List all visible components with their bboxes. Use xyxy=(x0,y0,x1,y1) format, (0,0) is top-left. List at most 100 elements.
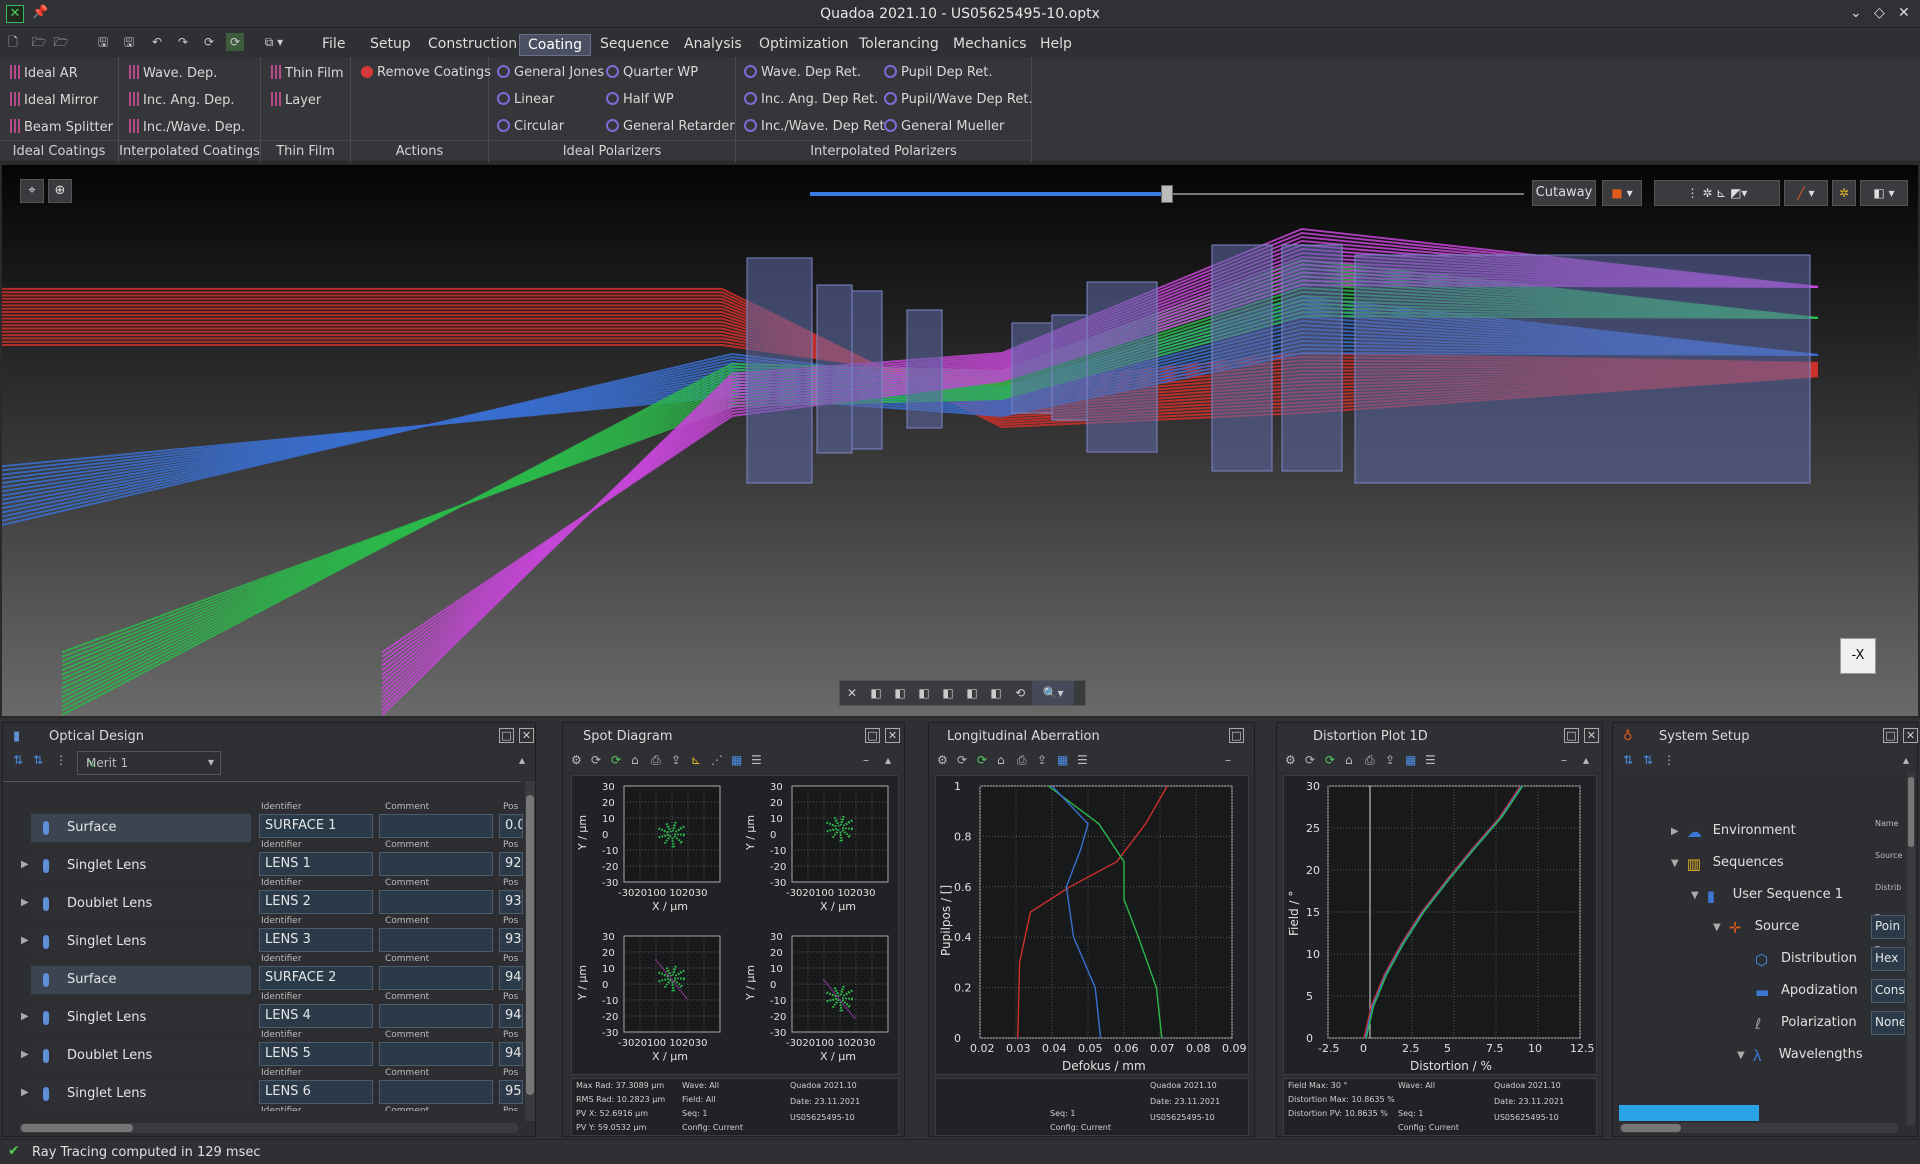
minimize-icon[interactable]: ⌄ xyxy=(1850,5,1862,21)
close-panel-icon[interactable]: ✕ xyxy=(1584,728,1599,743)
settings-icon[interactable]: ⚙ xyxy=(937,753,948,767)
identifier-field[interactable]: LENS 5 xyxy=(259,1042,373,1066)
pos-field[interactable]: 0.0 xyxy=(499,814,523,838)
menu-tolerancing[interactable]: Tolerancing xyxy=(851,34,947,56)
expand-arrow-icon[interactable]: ▶ xyxy=(21,935,29,946)
minimize-icon[interactable]: – xyxy=(863,753,869,767)
print-icon[interactable]: ⎙ xyxy=(1017,753,1027,768)
view-axis-button[interactable]: -X xyxy=(1840,638,1876,674)
inc-ang-dep-ret-button[interactable]: Inc. Ang. Dep Ret. xyxy=(744,92,878,107)
more-options-icon[interactable]: ⋮ xyxy=(55,753,67,767)
expand-arrow-icon[interactable]: ▶ xyxy=(21,897,29,908)
pos-field[interactable]: 94 xyxy=(499,1042,523,1066)
expand-arrow-icon[interactable]: ▼ xyxy=(1737,1050,1745,1061)
home-icon[interactable]: ⌂ xyxy=(1345,753,1353,767)
refresh-icon[interactable]: ⟳ xyxy=(591,753,601,767)
element-type[interactable]: Surface xyxy=(31,966,251,994)
view-left-icon[interactable]: ◧ xyxy=(912,681,936,705)
pos-field[interactable]: 92 xyxy=(499,852,523,876)
print-icon[interactable]: ⎙ xyxy=(651,753,661,768)
menu-optimization[interactable]: Optimization xyxy=(751,34,857,56)
table-row[interactable]: ▶ Singlet Lens Identifier Comment Pos LENS 1 9… xyxy=(3,840,523,885)
identifier-field[interactable]: LENS 1 xyxy=(259,852,373,876)
refresh-icon[interactable]: ⟳ xyxy=(200,33,218,51)
save-icon[interactable]: 🖫 xyxy=(94,33,112,51)
menu-sequence[interactable]: Sequence xyxy=(592,34,677,56)
fit-view-icon[interactable]: ⊕ xyxy=(48,179,72,203)
half-wp-button[interactable]: Half WP xyxy=(606,92,674,107)
menu-file[interactable]: File xyxy=(314,34,353,56)
save-as-icon[interactable]: 🖫 xyxy=(120,33,138,51)
expand-arrow-icon[interactable]: ▶ xyxy=(21,1087,29,1098)
menu-icon[interactable]: ☰ xyxy=(1425,753,1436,767)
inc-wave-dep-button[interactable]: Inc./Wave. Dep. xyxy=(129,119,245,135)
grid-lines-icon[interactable]: ⋰ xyxy=(711,753,723,767)
color-dropdown[interactable]: ■ ▾ xyxy=(1602,180,1642,206)
export-icon[interactable]: ⇪ xyxy=(1037,753,1047,767)
redo-icon[interactable]: ↷ xyxy=(174,33,192,51)
table-row[interactable]: Surface Identifier Comment Pos SURFACE 2 94 xyxy=(3,954,523,999)
identifier-field[interactable]: SURFACE 1 xyxy=(259,814,373,838)
tree-node[interactable]: ⬡ Distribution xyxy=(1737,951,1857,969)
settings-icon[interactable]: ⚙ xyxy=(571,753,582,767)
pos-field[interactable]: 95 xyxy=(499,1080,523,1104)
horizontal-scrollbar[interactable] xyxy=(19,1123,519,1133)
table-row[interactable]: ▶ Singlet Lens Identifier Comment Pos LENS 6 9… xyxy=(3,1068,523,1111)
ideal-ar-button[interactable]: Ideal AR xyxy=(10,65,78,81)
float-panel-icon[interactable]: □ xyxy=(1883,728,1898,743)
element-type[interactable]: Singlet Lens xyxy=(31,928,251,956)
float-panel-icon[interactable]: □ xyxy=(1229,728,1244,743)
inc-wave-dep-ret-button[interactable]: Inc./Wave. Dep Ret. xyxy=(744,119,889,134)
minimize-icon[interactable]: – xyxy=(1225,753,1231,767)
tree-node[interactable]: ▼ ▮ User Sequence 1 xyxy=(1691,887,1843,905)
auto-update-icon[interactable]: ⟳ xyxy=(611,753,621,767)
close-panel-icon[interactable]: ✕ xyxy=(519,728,534,743)
tree-node[interactable]: ▼ λ Wavelengths xyxy=(1737,1047,1863,1065)
tree-node[interactable]: ▶ ☁ Environment xyxy=(1671,823,1796,841)
comment-field[interactable] xyxy=(379,928,493,952)
wave-dep-ret-button[interactable]: Wave. Dep Ret. xyxy=(744,65,861,80)
tree-node[interactable]: ▼ ✛ Source xyxy=(1713,919,1799,937)
sort-icon[interactable]: ⇅ xyxy=(1623,753,1633,767)
layer-button[interactable]: Layer xyxy=(271,92,321,108)
vertical-scrollbar[interactable] xyxy=(525,781,535,1121)
scrollbar-thumb[interactable] xyxy=(21,1124,133,1132)
identifier-field[interactable]: LENS 2 xyxy=(259,890,373,914)
grid-icon[interactable]: ▦ xyxy=(1405,753,1416,767)
element-type[interactable]: Doublet Lens xyxy=(31,1042,251,1070)
linear-button[interactable]: Linear xyxy=(497,92,554,107)
export-icon[interactable]: ⇪ xyxy=(1385,753,1395,767)
comment-field[interactable] xyxy=(379,966,493,990)
tree-node[interactable]: ℓ Polarization xyxy=(1737,1015,1857,1033)
target-icon[interactable]: ⌖ xyxy=(20,179,44,203)
pos-field[interactable]: 93 xyxy=(499,928,523,952)
element-type[interactable]: Singlet Lens xyxy=(31,1004,251,1032)
view-bottom-icon[interactable]: ◧ xyxy=(984,681,1008,705)
wave-dep-button[interactable]: Wave. Dep. xyxy=(129,65,217,81)
close-panel-icon[interactable]: ✕ xyxy=(885,728,900,743)
menu-construction[interactable]: Construction xyxy=(420,34,525,56)
property-field[interactable]: Cons xyxy=(1871,979,1905,1003)
identifier-field[interactable]: SURFACE 2 xyxy=(259,966,373,990)
slider-thumb[interactable] xyxy=(1161,185,1173,203)
expand-arrow-icon[interactable]: ▼ xyxy=(1713,922,1721,933)
table-row[interactable]: ▶ Singlet Lens Identifier Comment Pos LENS 4 9… xyxy=(3,992,523,1037)
expand-arrow-icon[interactable]: ▶ xyxy=(1671,826,1679,837)
axes-icon[interactable]: ⊾ xyxy=(691,753,701,767)
table-row[interactable]: Surface Identifier Comment Pos SURFACE 1 0.0 xyxy=(3,802,523,847)
refresh-icon[interactable]: ⟳ xyxy=(957,753,967,767)
sort-icon[interactable]: ⇅ xyxy=(13,753,23,767)
rotate-icon[interactable]: ⟲ xyxy=(1008,681,1032,705)
menu-icon[interactable]: ☰ xyxy=(751,753,762,767)
undo-icon[interactable]: ↶ xyxy=(148,33,166,51)
collapse-icon[interactable]: ▴ xyxy=(1903,753,1909,767)
ideal-mirror-button[interactable]: Ideal Mirror xyxy=(10,92,98,108)
comment-field[interactable] xyxy=(379,852,493,876)
property-field[interactable]: Poin xyxy=(1871,915,1905,939)
general-jones-button[interactable]: General Jones xyxy=(497,65,604,80)
pupil-dep-ret-button[interactable]: Pupil Dep Ret. xyxy=(884,65,993,80)
menu-mechanics[interactable]: Mechanics xyxy=(945,34,1035,56)
comment-field[interactable] xyxy=(379,1042,493,1066)
menu-coating[interactable]: Coating xyxy=(519,34,592,56)
collapse-icon[interactable]: ▴ xyxy=(885,753,891,767)
